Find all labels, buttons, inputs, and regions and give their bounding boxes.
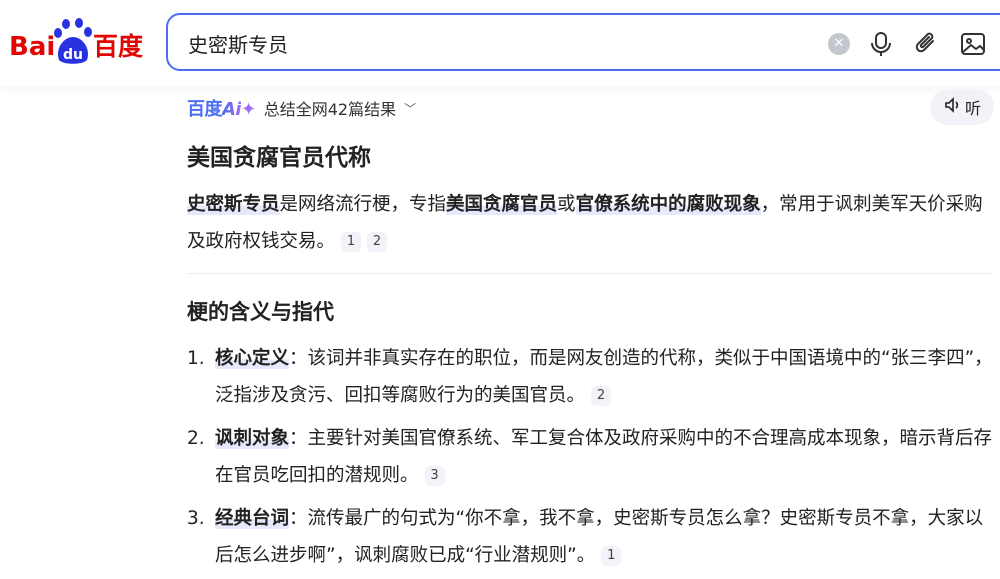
list-item: 3. 经典台词：流传最广的句式为“你不拿，我不拿，史密斯专员怎么拿？史密斯专员不… bbox=[187, 500, 1000, 574]
list-term: 讽刺对象 bbox=[215, 428, 290, 449]
section-title: 梗的含义与指代 bbox=[187, 300, 334, 324]
ai-summary-bar[interactable]: 百度Ai✦ 总结全网42篇结果 ﹀ bbox=[187, 94, 416, 122]
list-text: ：流传最广的句式为“你不拿，我不拿，史密斯专员怎么拿？史密斯专员不拿，大家以后怎… bbox=[215, 508, 984, 566]
search-input[interactable] bbox=[188, 27, 788, 59]
list-number: 3. bbox=[187, 508, 205, 529]
intro-highlight-3: 官僚系统中的腐败现象 bbox=[575, 194, 761, 215]
list-number: 2. bbox=[187, 428, 205, 449]
top-header: Bai du 百度 ✕ bbox=[0, 0, 1000, 86]
image-search-icon[interactable] bbox=[958, 29, 988, 59]
list-term: 核心定义 bbox=[215, 348, 290, 369]
listen-button[interactable]: 听 bbox=[930, 89, 994, 125]
logo-bai: Bai bbox=[9, 32, 55, 62]
citation-badge[interactable]: 2 bbox=[591, 386, 612, 406]
logo-cn: 百度 bbox=[93, 32, 143, 61]
list-number: 1. bbox=[187, 348, 205, 369]
citation-badge[interactable]: 2 bbox=[367, 232, 388, 252]
answer-title: 美国贪腐官员代称 bbox=[187, 145, 371, 171]
citation-badge[interactable]: 1 bbox=[341, 232, 362, 252]
divider bbox=[187, 273, 993, 274]
list-item: 2. 讽刺对象：主要针对美国官僚系统、军工复合体及政府采购中的不合理高成本现象，… bbox=[187, 420, 1000, 494]
list-term: 经典台词 bbox=[215, 508, 290, 529]
chevron-down-icon[interactable]: ﹀ bbox=[404, 100, 416, 117]
answer-intro: 史密斯专员是网络流行梗，专指美国贪腐官员或官僚系统中的腐败现象，常用于讽刺美军天… bbox=[187, 194, 983, 252]
speaker-icon bbox=[943, 96, 961, 118]
list-text: ：主要针对美国官僚系统、军工复合体及政府采购中的不合理高成本现象，暗示背后存在官… bbox=[215, 428, 993, 486]
attachment-icon[interactable] bbox=[912, 29, 942, 59]
baidu-ai-logo: 百度Ai✦ bbox=[187, 99, 256, 120]
microphone-icon[interactable] bbox=[866, 29, 896, 59]
citation-badge[interactable]: 1 bbox=[601, 546, 622, 566]
ai-summary-text: 总结全网42篇结果 bbox=[263, 100, 397, 119]
list-item: 1. 核心定义：该词并非真实存在的职位，而是网友创造的代称，类似于中国语境中的“… bbox=[187, 340, 1000, 414]
listen-label: 听 bbox=[964, 99, 981, 118]
clear-icon[interactable]: ✕ bbox=[828, 33, 850, 55]
search-box[interactable]: ✕ bbox=[166, 13, 1000, 71]
intro-highlight-2: 美国贪腐官员 bbox=[446, 194, 558, 215]
intro-highlight-1: 史密斯专员 bbox=[187, 194, 280, 215]
meaning-list: 1. 核心定义：该词并非真实存在的职位，而是网友创造的代称，类似于中国语境中的“… bbox=[187, 340, 1000, 579]
baidu-logo[interactable]: Bai du 百度 bbox=[9, 18, 147, 64]
citation-badge[interactable]: 3 bbox=[424, 466, 445, 486]
logo-du: du bbox=[63, 47, 83, 63]
